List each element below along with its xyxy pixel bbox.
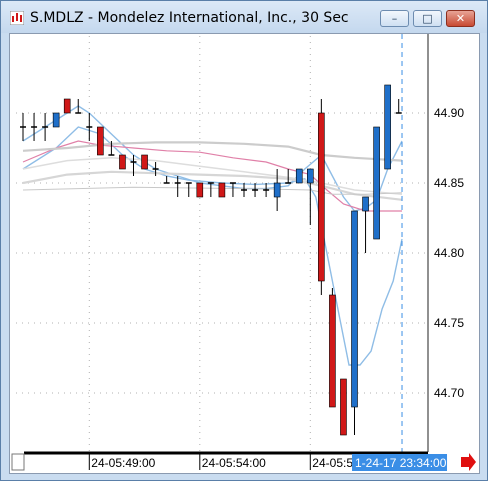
window-title: S.MDLZ - Mondelez International, Inc., 3… [30, 10, 349, 26]
close-button[interactable]: ✕ [446, 10, 475, 27]
maximize-icon: □ [422, 12, 433, 25]
x-tick-label: 24-05:54:00 [202, 456, 266, 470]
candle-body [196, 182, 204, 198]
y-tick-label: 44.75 [434, 316, 464, 330]
candle-body [97, 126, 104, 156]
y-tick-label: 44.90 [434, 106, 464, 120]
candle-body [351, 210, 358, 408]
candle-body [318, 112, 325, 282]
title-bar[interactable]: S.MDLZ - Mondelez International, Inc., 3… [1, 1, 487, 33]
candle-body [218, 182, 226, 198]
close-icon: ✕ [455, 12, 466, 25]
candle-body [119, 154, 126, 170]
candle-body [63, 98, 71, 114]
candle-body [373, 126, 380, 240]
candle-body [362, 196, 369, 212]
candle-body [52, 112, 60, 128]
candle-body [295, 168, 303, 184]
candle-body [384, 84, 391, 170]
y-tick-label: 44.70 [434, 386, 464, 400]
candle-body [329, 294, 336, 408]
chart-panel: 44.70 44.75 44.80 44.85 44.90 24-05:49:00 24-0… [9, 33, 480, 474]
minimize-button[interactable]: – [380, 10, 409, 27]
scroll-box [11, 453, 25, 471]
cursor-label: 1-24-17 23:34:00 [355, 456, 447, 470]
minimize-icon: – [391, 12, 398, 25]
chart-app-icon [10, 11, 24, 25]
maximize-button[interactable]: □ [413, 10, 442, 27]
price-chart[interactable]: 44.70 44.75 44.80 44.85 44.90 24-05:49:00 24-0… [10, 34, 479, 473]
chart-window: S.MDLZ - Mondelez International, Inc., 3… [0, 0, 488, 481]
candle-body [340, 378, 347, 436]
y-tick-label: 44.80 [434, 246, 464, 260]
candle-body [141, 154, 148, 170]
x-tick-label: 24-05:49:00 [91, 456, 155, 470]
y-tick-label: 44.85 [434, 176, 464, 190]
candle-body [273, 182, 281, 198]
candle-body [306, 168, 314, 184]
